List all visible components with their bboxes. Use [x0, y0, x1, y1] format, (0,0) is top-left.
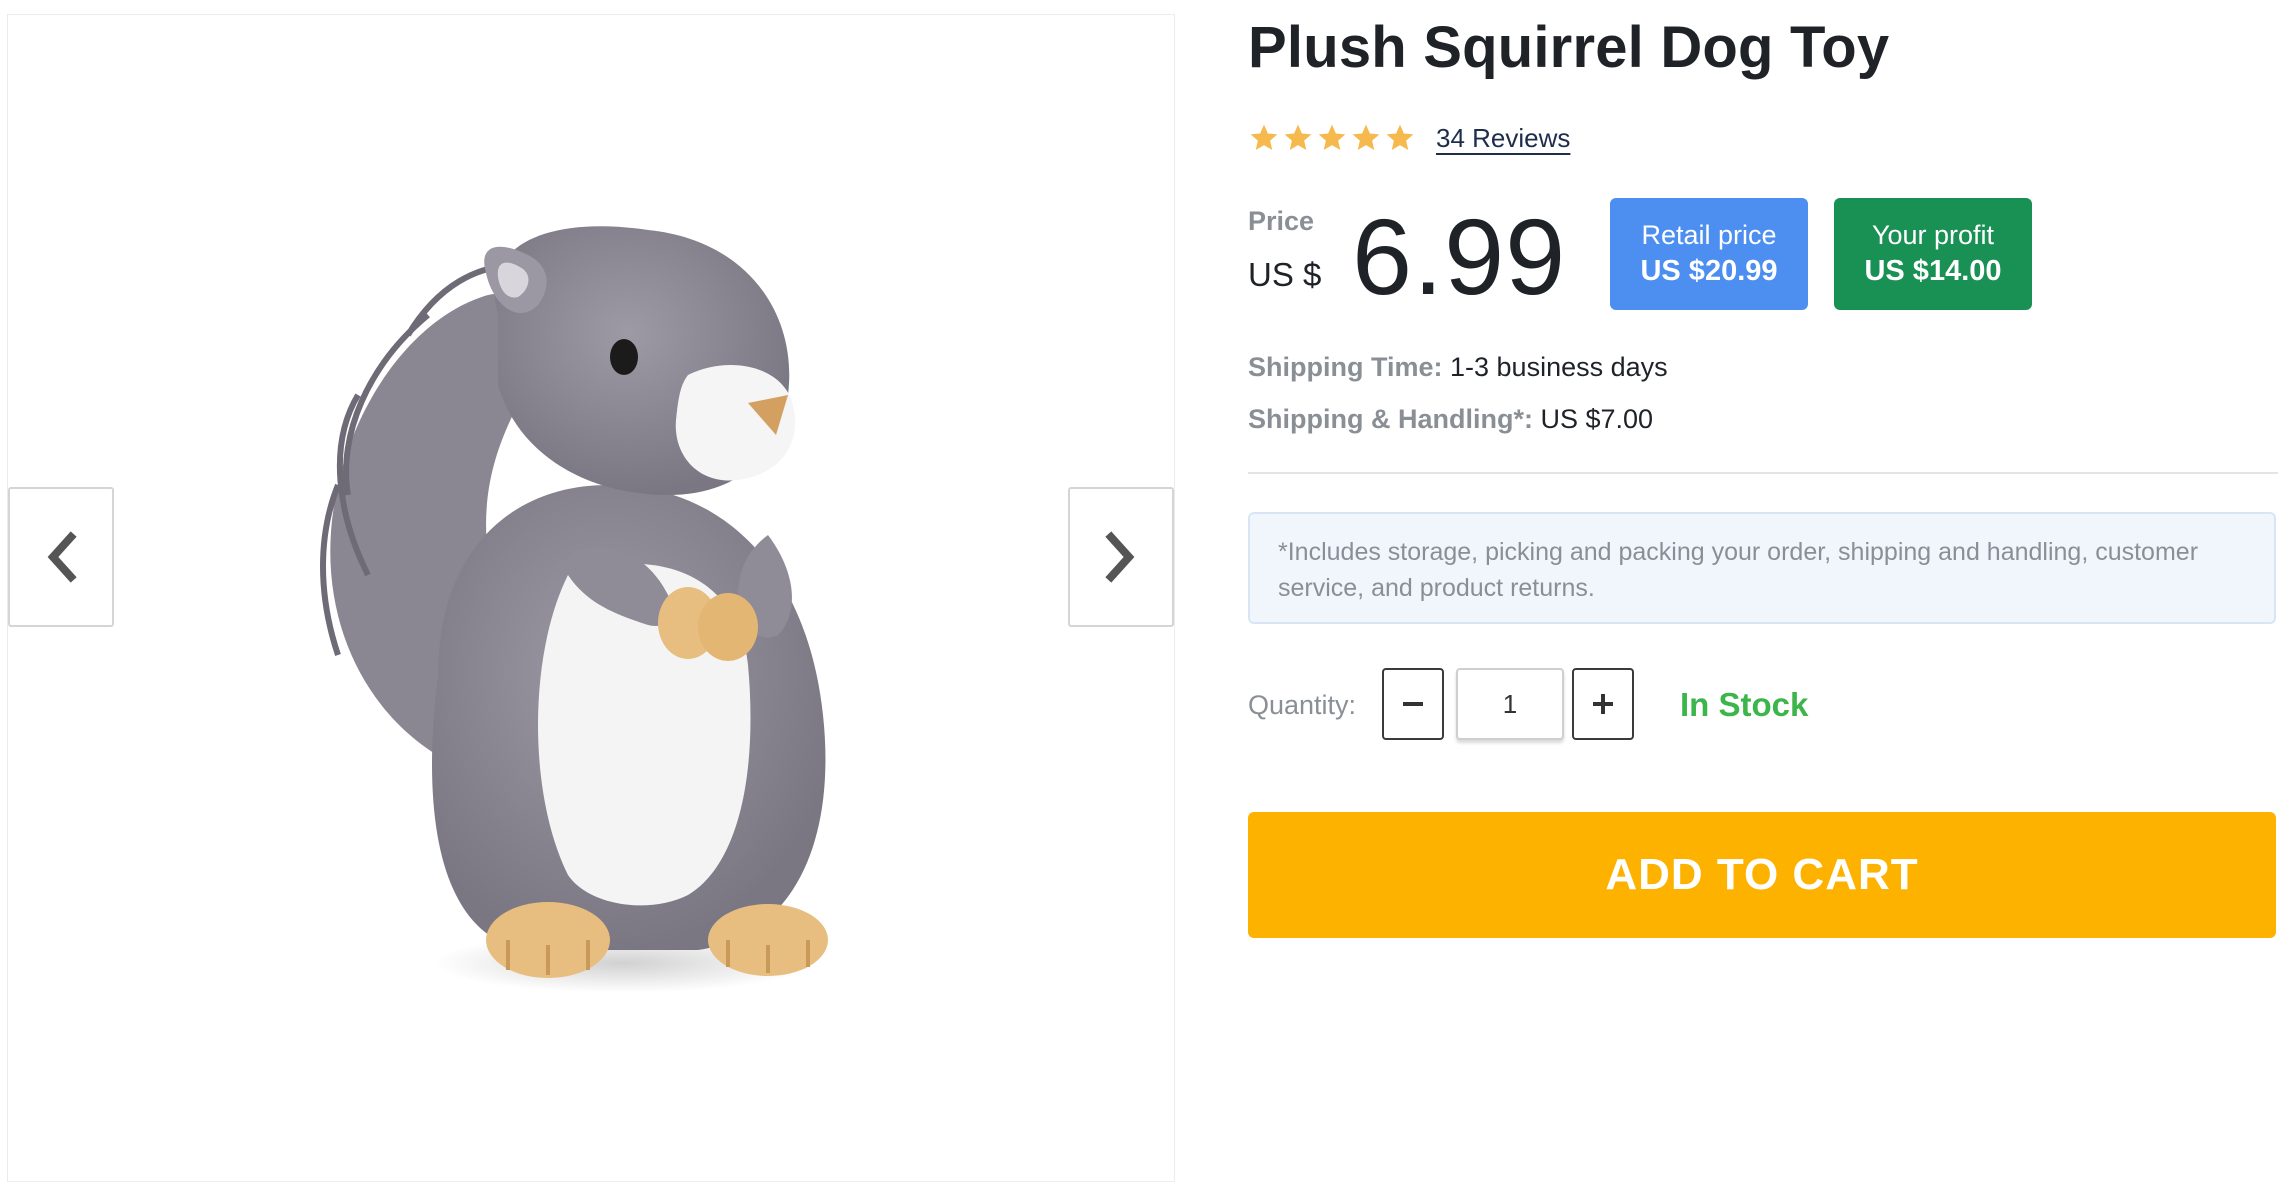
profit-badge: Your profit US $14.00	[1834, 198, 2032, 310]
star-icon	[1352, 124, 1380, 150]
shipping-time-value: 1-3 business days	[1450, 352, 1668, 382]
star-rating	[1248, 122, 1416, 154]
retail-price-badge: Retail price US $20.99	[1610, 198, 1808, 310]
shipping-time-label: Shipping Time:	[1248, 352, 1443, 382]
price-value: 6.99	[1352, 196, 1567, 317]
profit-label: Your profit	[1871, 220, 1995, 250]
previous-image-button[interactable]	[8, 487, 114, 627]
star-icon	[1284, 124, 1312, 150]
shipping-handling-label: Shipping & Handling*:	[1248, 404, 1533, 434]
price-currency: US $	[1248, 256, 1322, 293]
star-icon	[1250, 124, 1278, 150]
chevron-left-icon	[47, 531, 77, 583]
product-image	[320, 226, 828, 993]
quantity-input[interactable]	[1456, 668, 1564, 740]
profit-value: US $14.00	[1864, 255, 2002, 287]
quantity-increase-button[interactable]	[1572, 668, 1634, 740]
chevron-right-icon	[1105, 531, 1135, 583]
price-label: Price	[1248, 206, 1315, 236]
star-icon	[1386, 124, 1414, 150]
shipping-note: *Includes storage, picking and packing y…	[1248, 512, 2276, 624]
retail-price-label: Retail price	[1641, 220, 1777, 250]
shipping-handling-row: Shipping & Handling*: US $7.00	[1248, 404, 1653, 435]
plus-icon	[1593, 694, 1613, 714]
next-image-button[interactable]	[1068, 487, 1174, 627]
product-title: Plush Squirrel Dog Toy	[1248, 15, 1890, 80]
rating-row: 34 Reviews	[1248, 122, 1570, 154]
retail-price-value: US $20.99	[1640, 255, 1778, 287]
star-icon	[1318, 124, 1346, 150]
divider	[1248, 472, 2278, 474]
shipping-handling-value: US $7.00	[1540, 404, 1654, 434]
shipping-time-row: Shipping Time: 1-3 business days	[1248, 352, 1668, 383]
add-to-cart-button[interactable]: ADD TO CART	[1248, 812, 2276, 938]
quantity-label: Quantity:	[1248, 690, 1357, 720]
product-gallery	[7, 14, 1175, 1182]
stock-status: In Stock	[1680, 686, 1809, 723]
reviews-link[interactable]: 34 Reviews	[1436, 123, 1570, 154]
minus-icon	[1403, 702, 1423, 706]
quantity-decrease-button[interactable]	[1382, 668, 1444, 740]
